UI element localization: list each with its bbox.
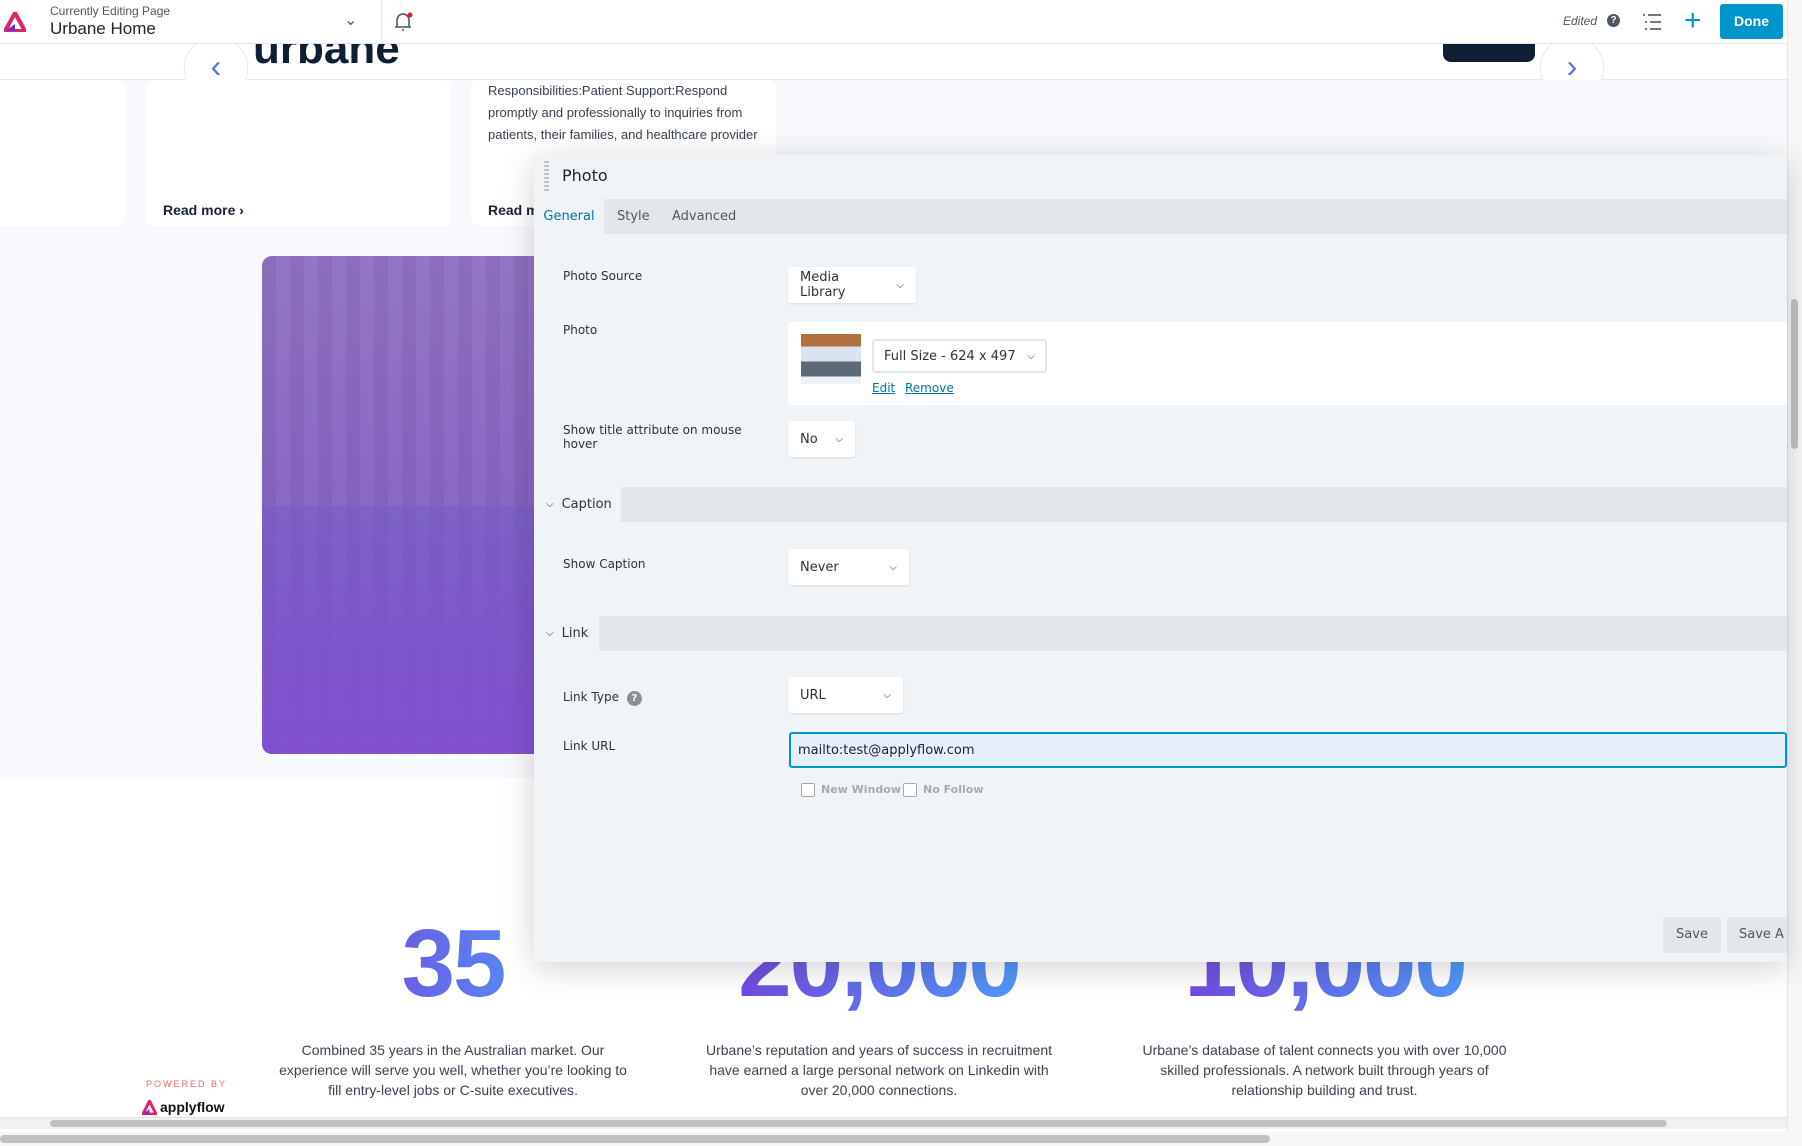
applyflow-logo-icon [142, 1099, 157, 1115]
inner-horizontal-scrollbar[interactable] [0, 1117, 1787, 1129]
header-cta-button[interactable] [1443, 44, 1535, 62]
outline-list-icon[interactable] [1642, 13, 1662, 31]
photo-thumbnail[interactable] [801, 334, 861, 384]
link-type-select[interactable]: URL ⌵ [788, 677, 903, 713]
link-type-label: Link Type? [563, 690, 642, 706]
link-section-title: Link [561, 626, 589, 641]
powered-by-label: POWERED BY [146, 1079, 228, 1089]
photo-source-value: Media Library [800, 270, 846, 300]
top-bar: Currently Editing Page Urbane Home ⌄ Edi… [0, 0, 1787, 44]
link-url-input[interactable] [789, 732, 1787, 768]
add-content-plus-icon[interactable]: + [1684, 3, 1702, 39]
new-window-label: New Window [821, 783, 901, 796]
link-type-label-text: Link Type [563, 690, 619, 704]
link-section: ⌵ Link [534, 616, 1787, 651]
tab-style[interactable]: Style [617, 199, 650, 234]
photo-field: Full Size - 624 x 497 ⌵ Edit Remove [788, 322, 1787, 405]
panel-title: Photo [562, 166, 608, 185]
tab-advanced[interactable]: Advanced [672, 199, 736, 234]
edit-photo-link[interactable]: Edit [872, 381, 895, 395]
stat-description: Combined 35 years in the Australian mark… [279, 1042, 627, 1098]
photo-size-select[interactable]: Full Size - 624 x 497 ⌵ [872, 339, 1047, 373]
editing-subtitle: Currently Editing Page [50, 4, 171, 18]
applyflow-logo-icon [4, 12, 26, 32]
caption-section-toggle[interactable]: ⌵ Caption [534, 487, 621, 522]
chevron-down-icon: ⌵ [883, 689, 891, 701]
remove-photo-link[interactable]: Remove [905, 381, 954, 395]
chevron-down-icon: ⌵ [896, 279, 904, 291]
link-url-label: Link URL [563, 739, 616, 753]
job-card: Read more › [146, 80, 451, 226]
chevron-down-icon: ⌵ [546, 499, 554, 510]
photo-size-value: Full Size - 624 x 497 [884, 348, 1016, 364]
show-title-label: Show title attribute on mouse hover [563, 423, 742, 451]
stat-description: Urbane’s database of talent connects you… [1142, 1042, 1507, 1098]
read-more-link[interactable]: Read more › [163, 202, 244, 218]
no-follow-label: No Follow [923, 783, 984, 796]
drag-handle-icon[interactable] [544, 161, 549, 193]
applyflow-wordmark: applyflow [160, 1099, 225, 1115]
edited-status: Edited [1563, 14, 1598, 28]
photo-label: Photo [563, 323, 598, 337]
stat-description: Urbane’s reputation and years of success… [705, 1042, 1053, 1098]
link-section-toggle[interactable]: ⌵ Link [534, 616, 599, 651]
new-window-checkbox[interactable]: New Window [801, 779, 901, 798]
save-button[interactable]: Save [1663, 917, 1721, 953]
chevron-down-icon: ⌵ [889, 561, 897, 573]
vertical-scrollbar[interactable] [1787, 0, 1802, 1132]
divider [381, 0, 382, 44]
caption-section: ⌵ Caption [534, 487, 1787, 522]
checkbox[interactable] [903, 782, 917, 797]
horizontal-scrollbar[interactable] [0, 1132, 1802, 1146]
job-card [0, 80, 125, 226]
save-as-button[interactable]: Save A [1727, 917, 1787, 953]
chevron-down-icon: ⌵ [546, 628, 554, 639]
read-more-link[interactable]: Read m [488, 202, 539, 218]
show-title-value: No [800, 431, 818, 447]
no-follow-checkbox[interactable]: No Follow [903, 779, 983, 798]
help-icon[interactable]: ? [626, 691, 642, 706]
photo-source-label: Photo Source [563, 269, 643, 283]
show-title-select[interactable]: No ⌵ [788, 421, 855, 457]
urbane-logo: urbane [253, 44, 400, 73]
page-title: Urbane Home [50, 19, 156, 38]
chevron-down-icon: ⌵ [1027, 350, 1035, 362]
done-button[interactable]: Done [1720, 4, 1783, 39]
office-photo[interactable] [262, 256, 552, 754]
applyflow-badge[interactable]: applyflow [142, 1099, 225, 1115]
job-description: Responsibilities:Patient Support:Respond… [488, 83, 758, 142]
show-caption-label: Show Caption [563, 557, 646, 571]
link-type-value: URL [800, 687, 826, 703]
checkbox[interactable] [801, 782, 815, 797]
photo-settings-panel: Photo General Style Advanced Photo Sourc… [534, 155, 1787, 962]
photo-source-select[interactable]: Media Library ⌵ [788, 267, 916, 303]
caption-section-title: Caption [561, 497, 612, 512]
show-caption-value: Never [800, 559, 839, 575]
help-icon[interactable]: ? [1607, 14, 1620, 27]
page-select-chevron-icon[interactable]: ⌄ [344, 10, 357, 30]
tab-general[interactable]: General [534, 199, 604, 234]
chevron-down-icon: ⌵ [835, 433, 843, 445]
notification-bell-icon[interactable] [393, 11, 413, 33]
panel-tabs: General Style Advanced [534, 199, 1787, 234]
show-caption-select[interactable]: Never ⌵ [788, 549, 909, 585]
